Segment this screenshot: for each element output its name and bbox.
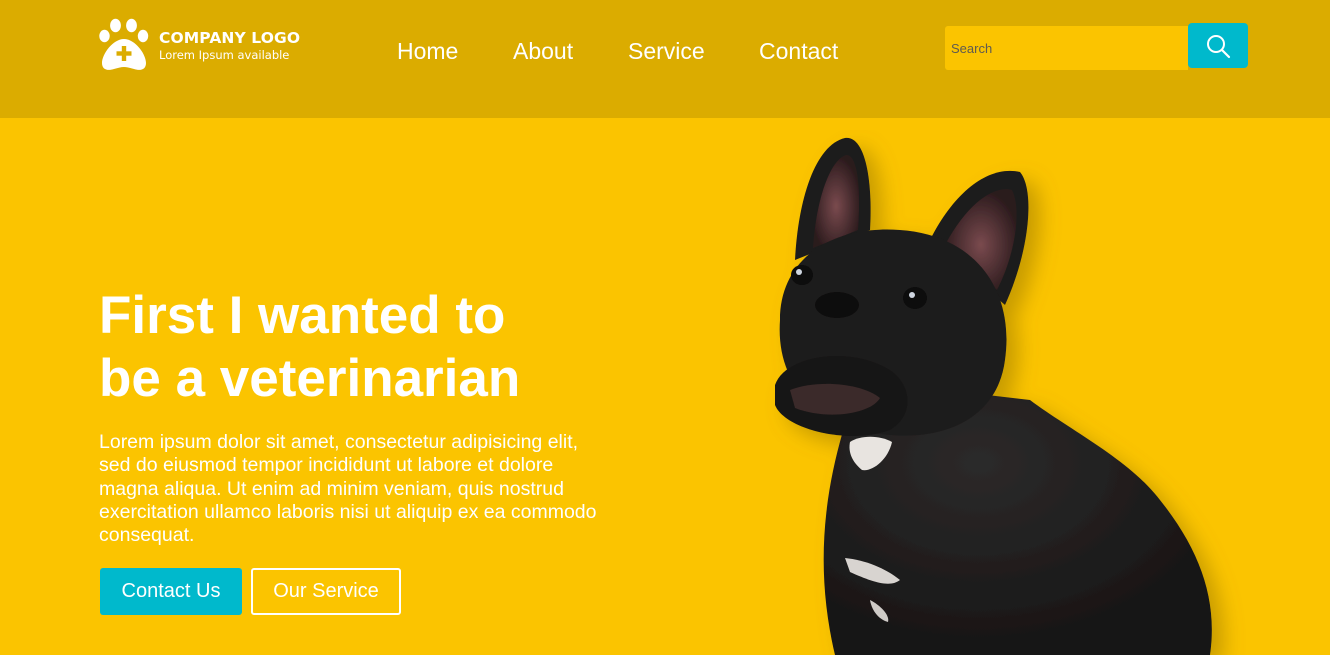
hero-title-line-1: First I wanted to	[99, 286, 506, 345]
hero-title-line-2: be a veterinarian	[99, 349, 521, 408]
hero-description: Lorem ipsum dolor sit amet, consectetur …	[99, 431, 597, 547]
nav-contact[interactable]: Contact	[759, 38, 838, 65]
nav-home[interactable]: Home	[397, 38, 458, 65]
paw-plus-icon	[99, 18, 149, 70]
logo-title: COMPANY LOGO	[159, 28, 301, 47]
search-input[interactable]	[945, 26, 1188, 70]
our-service-button[interactable]: Our Service	[251, 568, 401, 615]
contact-us-button[interactable]: Contact Us	[100, 568, 242, 615]
hero-title: First I wanted to be a veterinarian	[99, 284, 659, 410]
logo-text: COMPANY LOGO Lorem Ipsum available	[159, 29, 300, 62]
site-header: COMPANY LOGO Lorem Ipsum available Home …	[0, 0, 1330, 118]
company-logo[interactable]: COMPANY LOGO Lorem Ipsum available	[98, 18, 300, 72]
logo-subtitle: Lorem Ipsum available	[159, 47, 290, 62]
search-button[interactable]	[1188, 23, 1248, 68]
search-icon	[1207, 34, 1231, 58]
nav-about[interactable]: About	[513, 38, 573, 65]
nav-service[interactable]: Service	[628, 38, 705, 65]
french-bulldog-image	[775, 137, 1212, 655]
